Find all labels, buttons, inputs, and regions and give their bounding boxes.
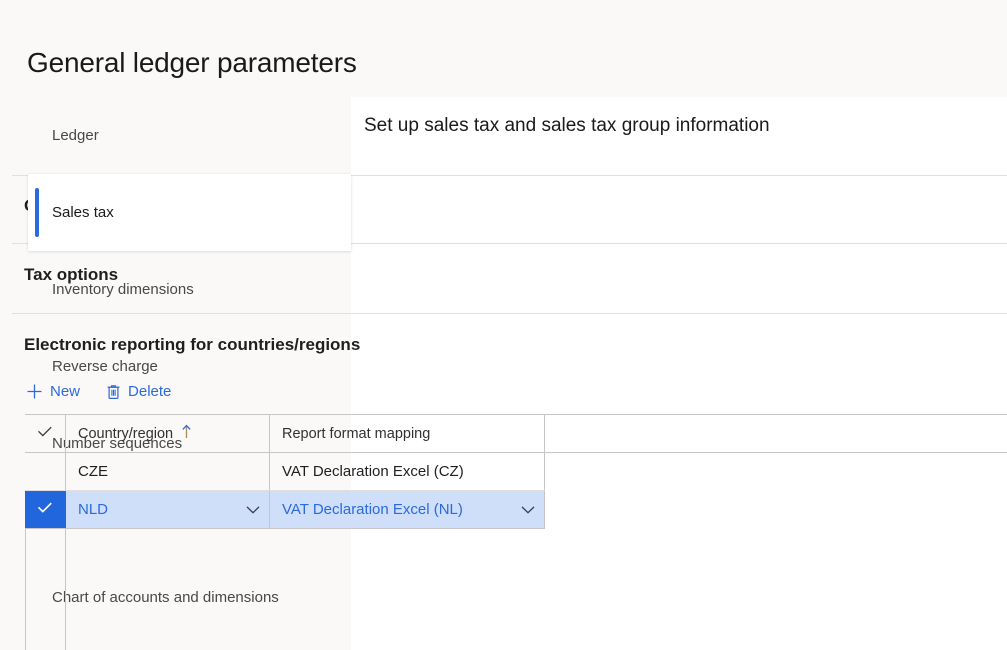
select-all-cell[interactable] <box>25 415 66 452</box>
column-header-label: Report format mapping <box>282 425 431 442</box>
cell-value: VAT Declaration Excel (NL) <box>282 501 463 518</box>
checkmark-icon <box>37 425 53 442</box>
cell-report-format-mapping[interactable]: VAT Declaration Excel (CZ) <box>270 453 545 490</box>
table-row[interactable]: CZE VAT Declaration Excel (CZ) <box>25 453 545 491</box>
row-select-cell[interactable] <box>24 491 66 528</box>
cell-country-region[interactable]: CZE <box>66 453 270 490</box>
general-ledger-parameters-page: General ledger parameters Ledger Sales t… <box>0 0 1007 650</box>
sidebar-item-ledger[interactable]: Ledger <box>0 97 351 174</box>
grid-vertical-rule <box>25 529 26 650</box>
content-title: Set up sales tax and sales tax group inf… <box>364 115 770 136</box>
chevron-down-icon[interactable] <box>246 501 260 518</box>
section-title: Electronic reporting for countries/regio… <box>24 335 361 354</box>
electronic-reporting-grid: Country/region Report format mapping CZE… <box>24 414 1007 650</box>
page-body: Ledger Sales tax Inventory dimensions Re… <box>0 97 1007 650</box>
chevron-down-icon[interactable] <box>521 501 535 518</box>
section-tax-options[interactable]: Tax options <box>12 243 1007 313</box>
page-title: General ledger parameters <box>27 47 357 78</box>
table-row[interactable]: NLD VAT Declaration Excel (NL) <box>24 491 545 529</box>
row-select-cell[interactable] <box>25 453 66 490</box>
new-button[interactable]: New <box>24 381 82 402</box>
sidebar-item-label: Sales tax <box>52 204 114 221</box>
selected-accent-bar <box>35 188 39 237</box>
cell-country-region[interactable]: NLD <box>66 491 270 528</box>
column-header-report-format-mapping[interactable]: Report format mapping <box>270 415 545 452</box>
grid-vertical-rule <box>65 529 66 650</box>
cell-value: NLD <box>78 501 109 518</box>
column-header-label: Country/region <box>78 425 174 442</box>
sidebar-item-label: Ledger <box>52 127 99 144</box>
grid-empty-area <box>25 529 545 650</box>
plus-icon <box>26 383 43 400</box>
new-button-label: New <box>50 383 81 400</box>
row-checkbox-checked[interactable] <box>24 491 66 528</box>
cell-value: CZE <box>78 463 108 480</box>
grid-header-row: Country/region Report format mapping <box>25 415 1007 453</box>
sort-ascending-arrow-icon <box>181 424 192 443</box>
column-header-country-region[interactable]: Country/region <box>66 415 270 452</box>
checkmark-icon <box>37 501 53 518</box>
grid-toolbar: New Delete <box>24 381 173 402</box>
delete-button[interactable]: Delete <box>104 381 173 402</box>
cell-report-format-mapping[interactable]: VAT Declaration Excel (NL) <box>270 491 545 528</box>
sidebar-item-sales-tax[interactable]: Sales tax <box>28 174 351 251</box>
trash-icon <box>106 384 121 400</box>
cell-value: VAT Declaration Excel (CZ) <box>282 463 464 480</box>
delete-button-label: Delete <box>128 383 172 400</box>
